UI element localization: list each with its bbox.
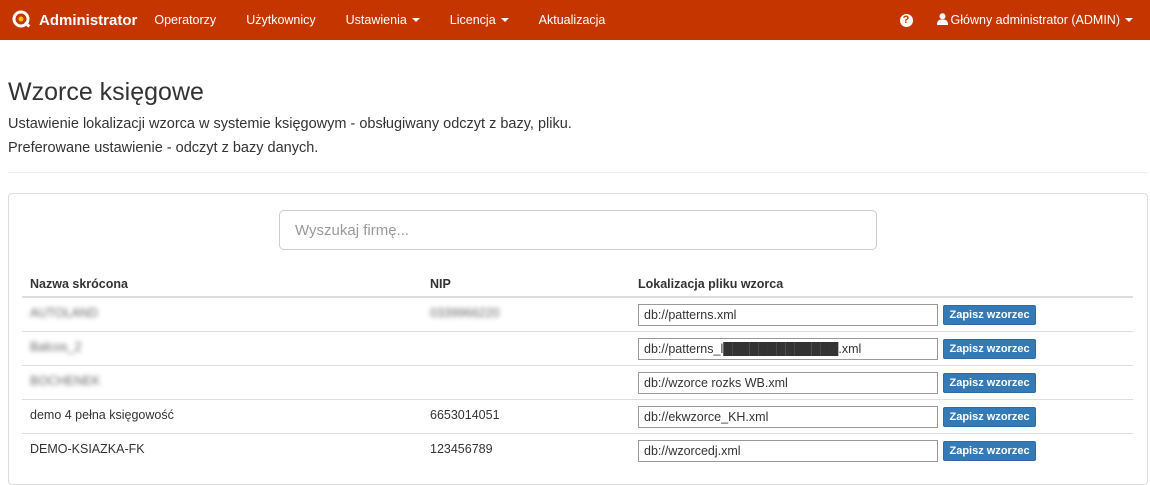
company-name-cell: demo 4 pełna księgowość <box>22 399 422 434</box>
location-input[interactable] <box>638 337 938 360</box>
save-pattern-button[interactable]: Zapisz wzorzec <box>943 440 1036 461</box>
table-row: BOCHENEK Zapisz wzorzec <box>22 365 1133 400</box>
nip-cell <box>422 331 630 366</box>
nav-item-label: Użytkownicy <box>246 13 316 27</box>
top-navbar: Administrator Operatorzy Użytkownicy Ust… <box>0 0 1150 40</box>
table-row: AUTOLAND 0339966220 Zapisz wzorzec <box>22 296 1133 332</box>
divider <box>8 172 1148 173</box>
user-icon <box>936 12 948 28</box>
location-input[interactable] <box>638 405 938 428</box>
save-pattern-button[interactable]: Zapisz wzorzec <box>943 406 1036 427</box>
company-name: demo 4 pełna księgowość <box>30 408 174 422</box>
location-cell: Zapisz wzorzec <box>630 399 1133 434</box>
company-name: BOCHENEK <box>30 374 101 388</box>
page-description: Ustawienie lokalizacji wzorca w systemie… <box>8 116 572 132</box>
nip-cell: 6653014051 <box>422 399 630 434</box>
location-input[interactable] <box>638 439 938 462</box>
brand[interactable]: Administrator <box>12 10 137 30</box>
company-name-cell: BOCHENEK <box>22 365 422 400</box>
location-input[interactable] <box>638 303 938 326</box>
logo-icon <box>12 10 32 30</box>
save-pattern-button[interactable]: Zapisz wzorzec <box>943 372 1036 393</box>
company-name: AUTOLAND <box>30 306 98 320</box>
nav-item-label: Aktualizacja <box>538 13 606 27</box>
table-row: demo 4 pełna księgowość 6653014051 Zapis… <box>22 399 1133 434</box>
location-cell: Zapisz wzorzec <box>630 365 1133 400</box>
company-name: Balcos_2 <box>30 340 82 354</box>
nav-item-licencja[interactable]: Licencja <box>450 13 509 27</box>
save-pattern-button[interactable]: Zapisz wzorzec <box>943 338 1036 359</box>
column-header-nip: NIP <box>422 272 630 298</box>
location-input[interactable] <box>638 371 938 394</box>
patterns-panel: Nazwa skrócona NIP Lokalizacja pliku wzo… <box>8 193 1148 485</box>
nav-right: ? Główny administrator (ADMIN) <box>899 0 1150 40</box>
company-name-cell: AUTOLAND <box>22 296 422 332</box>
nip-cell: 123456789 <box>422 433 630 467</box>
nav-menu: Operatorzy Użytkownicy Ustawienia Licenc… <box>154 13 635 27</box>
table-row: Balcos_2 Zapisz wzorzec <box>22 331 1133 366</box>
location-cell: Zapisz wzorzec <box>630 433 1133 467</box>
nav-item-label: Licencja <box>449 13 496 27</box>
page-description-preferred: Preferowane ustawienie - odczyt z bazy d… <box>8 140 319 156</box>
location-cell: Zapisz wzorzec <box>630 331 1133 366</box>
nav-item-uzytkownicy[interactable]: Użytkownicy <box>246 13 315 27</box>
user-name: Główny administrator (ADMIN) <box>950 13 1120 27</box>
nav-item-label: Ustawienia <box>345 13 407 27</box>
brand-label: Administrator <box>39 11 138 29</box>
column-header-location: Lokalizacja pliku wzorca <box>630 272 1133 298</box>
location-cell: Zapisz wzorzec <box>630 296 1133 332</box>
caret-down-icon <box>411 18 420 22</box>
caret-down-icon <box>500 18 509 22</box>
company-name-cell: Balcos_2 <box>22 331 422 366</box>
nip-cell <box>422 365 630 400</box>
table-row: DEMO-KSIAZKA-FK 123456789 Zapisz wzorzec <box>22 433 1133 467</box>
caret-down-icon <box>1125 18 1133 22</box>
nav-item-ustawienia[interactable]: Ustawienia <box>346 13 420 27</box>
nav-item-label: Operatorzy <box>154 13 217 27</box>
table-header-row: Nazwa skrócona NIP Lokalizacja pliku wzo… <box>22 272 1133 298</box>
save-pattern-button[interactable]: Zapisz wzorzec <box>943 304 1036 325</box>
nip-value: 6653014051 <box>430 408 500 422</box>
nip-value: 123456789 <box>430 442 493 456</box>
nip-value: 0339966220 <box>430 306 500 320</box>
search-input[interactable] <box>279 210 877 250</box>
help-icon[interactable]: ? <box>899 13 913 27</box>
nav-item-operatorzy[interactable]: Operatorzy <box>154 13 216 27</box>
page-title: Wzorce księgowe <box>8 78 204 106</box>
column-header-name: Nazwa skrócona <box>22 272 422 298</box>
company-name: DEMO-KSIAZKA-FK <box>30 442 145 456</box>
user-menu[interactable]: Główny administrator (ADMIN) <box>936 12 1133 28</box>
nav-item-aktualizacja[interactable]: Aktualizacja <box>539 13 606 27</box>
nip-cell: 0339966220 <box>422 296 630 332</box>
company-name-cell: DEMO-KSIAZKA-FK <box>22 433 422 467</box>
patterns-table: Nazwa skrócona NIP Lokalizacja pliku wzo… <box>22 272 1133 467</box>
